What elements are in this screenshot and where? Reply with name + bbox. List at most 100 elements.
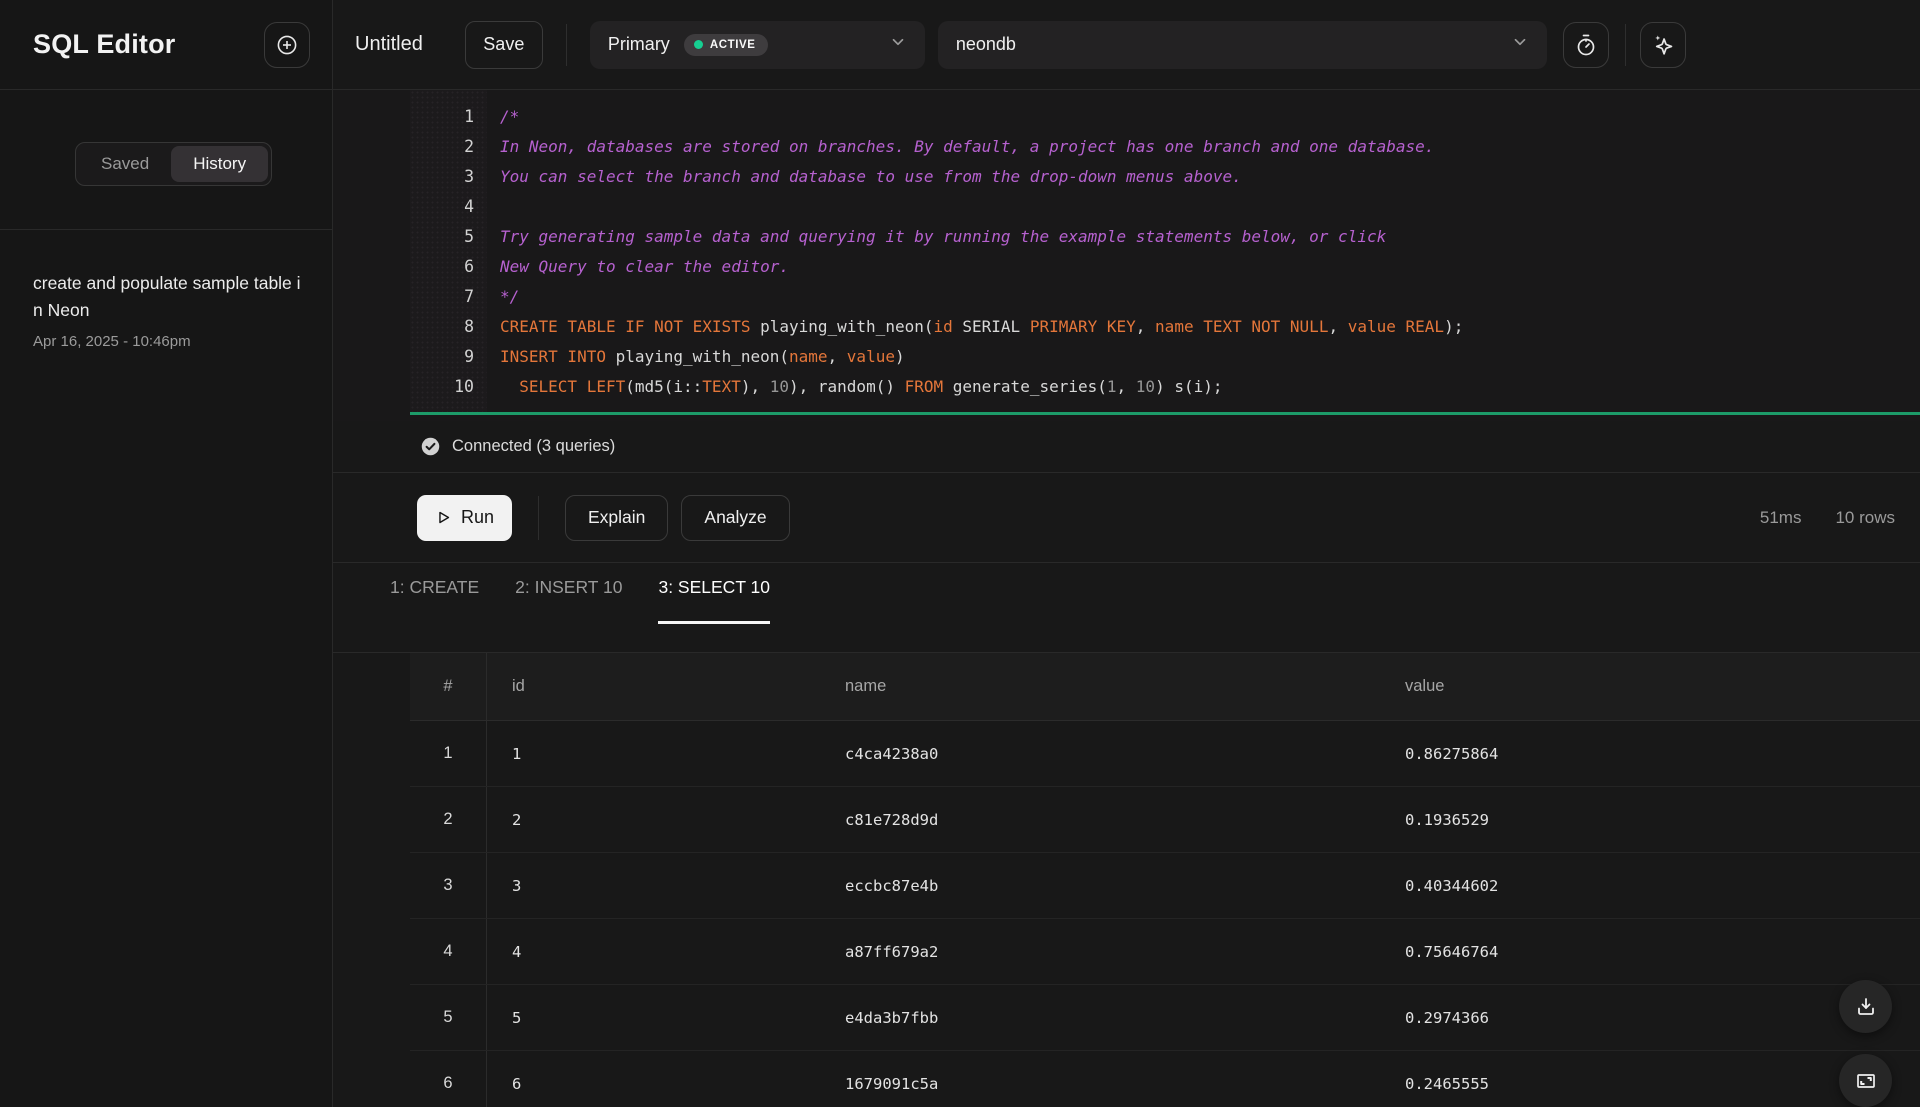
row-index-cell: 2 bbox=[410, 787, 487, 852]
download-icon bbox=[1854, 995, 1878, 1019]
branch-select[interactable]: Primary ACTIVE bbox=[590, 21, 925, 69]
history-item-title: create and populate sample table in Neon bbox=[33, 270, 305, 324]
line-number: 7 bbox=[410, 282, 474, 312]
data-cell: e4da3b7fbb bbox=[820, 1009, 1380, 1027]
explain-button[interactable]: Explain bbox=[565, 495, 668, 541]
data-cell: 0.40344602 bbox=[1380, 877, 1920, 895]
code-line: 1/* bbox=[333, 102, 1920, 132]
results-table: #idnamevalue11c4ca4238a00.8627586422c81e… bbox=[410, 653, 1920, 1107]
branch-status-label: ACTIVE bbox=[710, 39, 756, 51]
row-index-cell: 5 bbox=[410, 985, 487, 1050]
line-number: 4 bbox=[410, 192, 474, 222]
code-line: 6New Query to clear the editor. bbox=[333, 252, 1920, 282]
status-dot-icon bbox=[694, 40, 703, 49]
query-result-indicator-line bbox=[410, 412, 1920, 415]
branch-status-badge: ACTIVE bbox=[684, 34, 768, 56]
data-cell: 2 bbox=[487, 811, 820, 829]
data-cell: c4ca4238a0 bbox=[820, 745, 1380, 763]
save-button[interactable]: Save bbox=[465, 21, 543, 69]
data-cell: 6 bbox=[487, 1075, 820, 1093]
expand-results-button[interactable] bbox=[1839, 1054, 1892, 1107]
sidebar-view-tab-saved[interactable]: Saved bbox=[79, 146, 171, 182]
data-cell: 0.86275864 bbox=[1380, 745, 1920, 763]
table-row: 44a87ff679a20.75646764 bbox=[410, 919, 1920, 985]
sidebar: SQL Editor SavedHistory create and popul… bbox=[0, 0, 333, 1107]
code-text: CREATE TABLE IF NOT EXISTS playing_with_… bbox=[500, 312, 1920, 342]
query-stats: 51ms 10 rows bbox=[1760, 508, 1895, 528]
row-index-cell: 1 bbox=[410, 721, 487, 786]
play-icon bbox=[435, 509, 452, 526]
saved-history-toggle-section: SavedHistory bbox=[0, 90, 332, 230]
code-text: SELECT LEFT(md5(i::TEXT), 10), random() … bbox=[500, 372, 1920, 402]
line-number: 9 bbox=[410, 342, 474, 372]
code-text: You can select the branch and database t… bbox=[500, 162, 1920, 192]
query-row-count: 10 rows bbox=[1835, 508, 1895, 528]
query-duration: 51ms bbox=[1760, 508, 1802, 528]
download-results-button[interactable] bbox=[1839, 980, 1892, 1033]
chevron-down-icon bbox=[889, 33, 907, 56]
query-actions-bar: Run Explain Analyze 51ms 10 rows bbox=[333, 473, 1920, 563]
circled-plus-icon bbox=[275, 33, 299, 57]
line-number: 5 bbox=[410, 222, 474, 252]
stopwatch-icon bbox=[1574, 33, 1598, 57]
sparkles-icon bbox=[1650, 32, 1676, 58]
connection-status-text: Connected (3 queries) bbox=[452, 437, 615, 456]
ai-assist-button[interactable] bbox=[1640, 22, 1686, 68]
table-header-row: #idnamevalue bbox=[410, 653, 1920, 721]
history-item[interactable]: create and populate sample table in Neon… bbox=[33, 270, 304, 350]
result-tab[interactable]: 2: INSERT 10 bbox=[515, 577, 622, 624]
expand-frame-icon bbox=[1854, 1069, 1878, 1093]
row-index-cell: 6 bbox=[410, 1051, 487, 1107]
data-cell: 4 bbox=[487, 943, 820, 961]
sidebar-header: SQL Editor bbox=[0, 0, 332, 90]
saved-history-toggle: SavedHistory bbox=[75, 142, 272, 186]
line-number: 8 bbox=[410, 312, 474, 342]
row-index-cell: 4 bbox=[410, 919, 487, 984]
code-text: In Neon, databases are stored on branche… bbox=[500, 132, 1920, 162]
code-line: 10 SELECT LEFT(md5(i::TEXT), 10), random… bbox=[333, 372, 1920, 402]
check-circle-icon bbox=[420, 436, 441, 457]
sql-code-editor[interactable]: 1/*2 In Neon, databases are stored on bra… bbox=[333, 90, 1920, 421]
history-list: create and populate sample table in Neon… bbox=[0, 230, 332, 350]
sidebar-view-tab-history[interactable]: History bbox=[171, 146, 268, 182]
code-line: 2 In Neon, databases are stored on branch… bbox=[333, 132, 1920, 162]
line-number: 10 bbox=[410, 372, 474, 402]
result-tab[interactable]: 3: SELECT 10 bbox=[658, 577, 770, 624]
chevron-down-icon bbox=[1511, 33, 1529, 56]
column-header-index: # bbox=[410, 653, 487, 720]
connection-status-bar: Connected (3 queries) bbox=[333, 421, 1920, 473]
sql-editor-app: SQL Editor SavedHistory create and popul… bbox=[0, 0, 1920, 1107]
main-panel: Untitled Save Primary ACTIVE neondb bbox=[333, 0, 1920, 1107]
data-cell: 0.75646764 bbox=[1380, 943, 1920, 961]
new-query-button[interactable] bbox=[264, 22, 310, 68]
result-tab[interactable]: 1: CREATE bbox=[390, 577, 479, 624]
table-row: 11c4ca4238a00.86275864 bbox=[410, 721, 1920, 787]
data-cell: c81e728d9d bbox=[820, 811, 1380, 829]
editor-topbar: Untitled Save Primary ACTIVE neondb bbox=[333, 0, 1920, 90]
data-cell: a87ff679a2 bbox=[820, 943, 1380, 961]
code-text: New Query to clear the editor. bbox=[500, 252, 1920, 282]
analyze-button[interactable]: Analyze bbox=[681, 495, 789, 541]
topbar-divider bbox=[1625, 24, 1626, 66]
page-title: SQL Editor bbox=[33, 29, 176, 60]
line-number: 1 bbox=[410, 102, 474, 132]
column-header-name: name bbox=[820, 677, 1380, 696]
result-tabs: 1: CREATE 2: INSERT 10 3: SELECT 10 bbox=[333, 563, 1920, 653]
database-select[interactable]: neondb bbox=[938, 21, 1547, 69]
code-text: Try generating sample data and querying … bbox=[500, 222, 1920, 252]
database-name: neondb bbox=[956, 34, 1016, 55]
line-number: 2 bbox=[410, 132, 474, 162]
code-line: 3You can select the branch and database … bbox=[333, 162, 1920, 192]
query-history-button[interactable] bbox=[1563, 22, 1609, 68]
results-section: #idnamevalue11c4ca4238a00.8627586422c81e… bbox=[333, 653, 1920, 1107]
code-line: 9INSERT INTO playing_with_neon(name, val… bbox=[333, 342, 1920, 372]
run-button[interactable]: Run bbox=[417, 495, 512, 541]
table-row: 22c81e728d9d0.1936529 bbox=[410, 787, 1920, 853]
row-index-cell: 3 bbox=[410, 853, 487, 918]
code-line: 4 bbox=[333, 192, 1920, 222]
data-cell: eccbc87e4b bbox=[820, 877, 1380, 895]
code-line: 5 Try generating sample data and querying… bbox=[333, 222, 1920, 252]
code-area: 1/*2 In Neon, databases are stored on bra… bbox=[333, 90, 1920, 402]
code-text: */ bbox=[500, 282, 1920, 312]
data-cell: 1679091c5a bbox=[820, 1075, 1380, 1093]
